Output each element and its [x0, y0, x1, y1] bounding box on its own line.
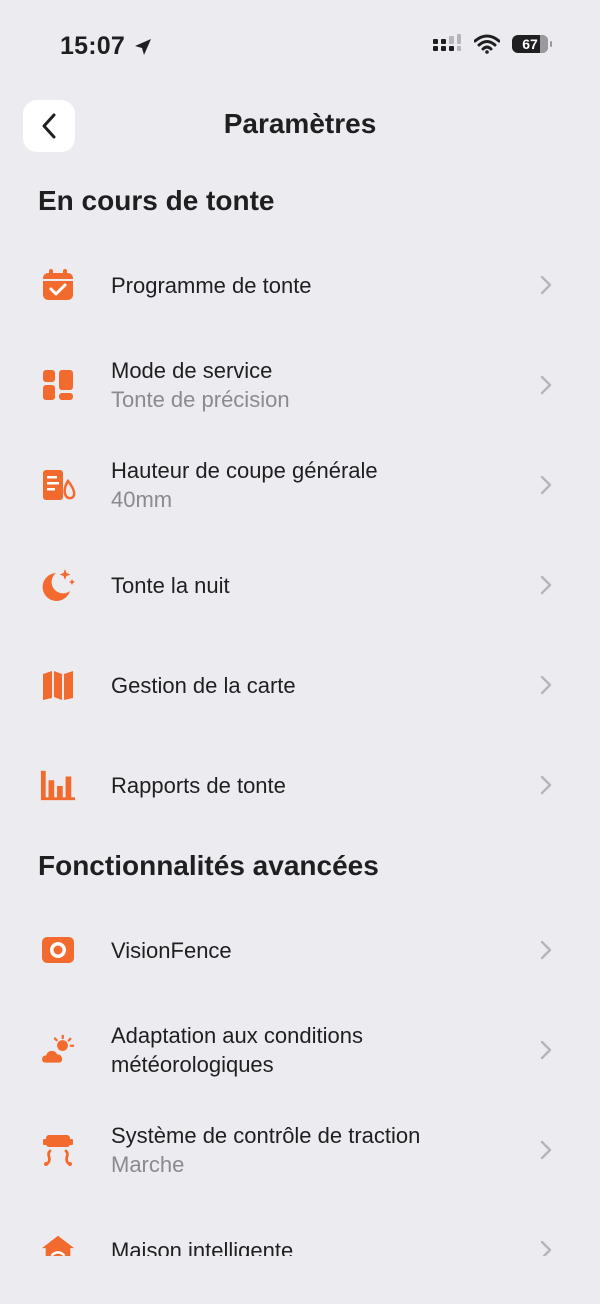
settings-row-label: Programme de tonte [111, 272, 312, 298]
settings-row-label: Gestion de la carte [111, 672, 296, 698]
map-icon [40, 667, 76, 703]
location-arrow-icon [134, 38, 151, 55]
chevron-right-icon [540, 1140, 552, 1160]
wifi-icon [474, 34, 500, 54]
calendar-check-icon [40, 267, 76, 303]
settings-row-label: Système de contrôle de traction [111, 1123, 421, 1148]
settings-row-label: Rapports de tonte [111, 772, 286, 798]
chevron-right-icon [540, 1040, 552, 1060]
chevron-right-icon [540, 775, 552, 795]
settings-row-label: Mode de service [111, 358, 273, 383]
section-title-mowing: En cours de tonte [38, 185, 275, 216]
bottom-clip-band [0, 1256, 600, 1304]
settings-screen: 15:07 67 Paramètres En cours de tonte Pr… [0, 0, 600, 1304]
status-indicators: 67 [432, 34, 552, 54]
settings-row-label: VisionFence [111, 937, 232, 963]
chevron-right-icon [540, 675, 552, 695]
settings-row-label: Hauteur de coupe générale [111, 458, 378, 483]
settings-row-map-management[interactable]: Gestion de la carte [0, 635, 600, 735]
settings-row-mowing-reports[interactable]: Rapports de tonte [0, 735, 600, 835]
settings-row-service-mode[interactable]: Mode de service Tonte de précision [0, 335, 600, 435]
settings-row-value: 40mm [111, 487, 173, 512]
settings-row-label: Adaptation aux conditions météorologique… [111, 1023, 363, 1077]
page-title: Paramètres [223, 108, 377, 139]
clock: 15:07 [60, 32, 125, 60]
chevron-right-icon [540, 275, 552, 295]
battery-level: 67 [522, 36, 538, 52]
moon-stars-icon [40, 567, 76, 603]
chevron-right-icon [540, 375, 552, 395]
settings-row-value: Tonte de précision [111, 387, 290, 412]
settings-row-label: Tonte la nuit [111, 572, 230, 598]
traction-icon [40, 1132, 76, 1168]
settings-row-night-mowing[interactable]: Tonte la nuit [0, 535, 600, 635]
status-time: 15:07 [60, 32, 153, 61]
weather-icon [40, 1032, 76, 1068]
camera-eye-icon [40, 932, 76, 968]
chevron-right-icon [540, 475, 552, 495]
chevron-right-icon [540, 575, 552, 595]
settings-row-cutting-height[interactable]: Hauteur de coupe générale 40mm [0, 435, 600, 535]
layout-blocks-icon [40, 367, 76, 403]
settings-row-traction-control[interactable]: Système de contrôle de traction Marche [0, 1100, 600, 1200]
settings-row-visionfence[interactable]: VisionFence [0, 900, 600, 1000]
status-bar: 15:07 67 [0, 0, 600, 96]
settings-row-mowing-schedule[interactable]: Programme de tonte [0, 235, 600, 335]
cellular-signal-icon [433, 34, 461, 51]
section-title-advanced: Fonctionnalités avancées [38, 850, 379, 881]
battery-indicator: 67 [512, 35, 552, 53]
settings-row-value: Marche [111, 1152, 185, 1177]
bar-chart-icon [40, 767, 76, 803]
settings-row-weather-adaptation[interactable]: Adaptation aux conditions météorologique… [0, 1000, 600, 1100]
cut-height-icon [40, 467, 76, 503]
chevron-right-icon [540, 940, 552, 960]
